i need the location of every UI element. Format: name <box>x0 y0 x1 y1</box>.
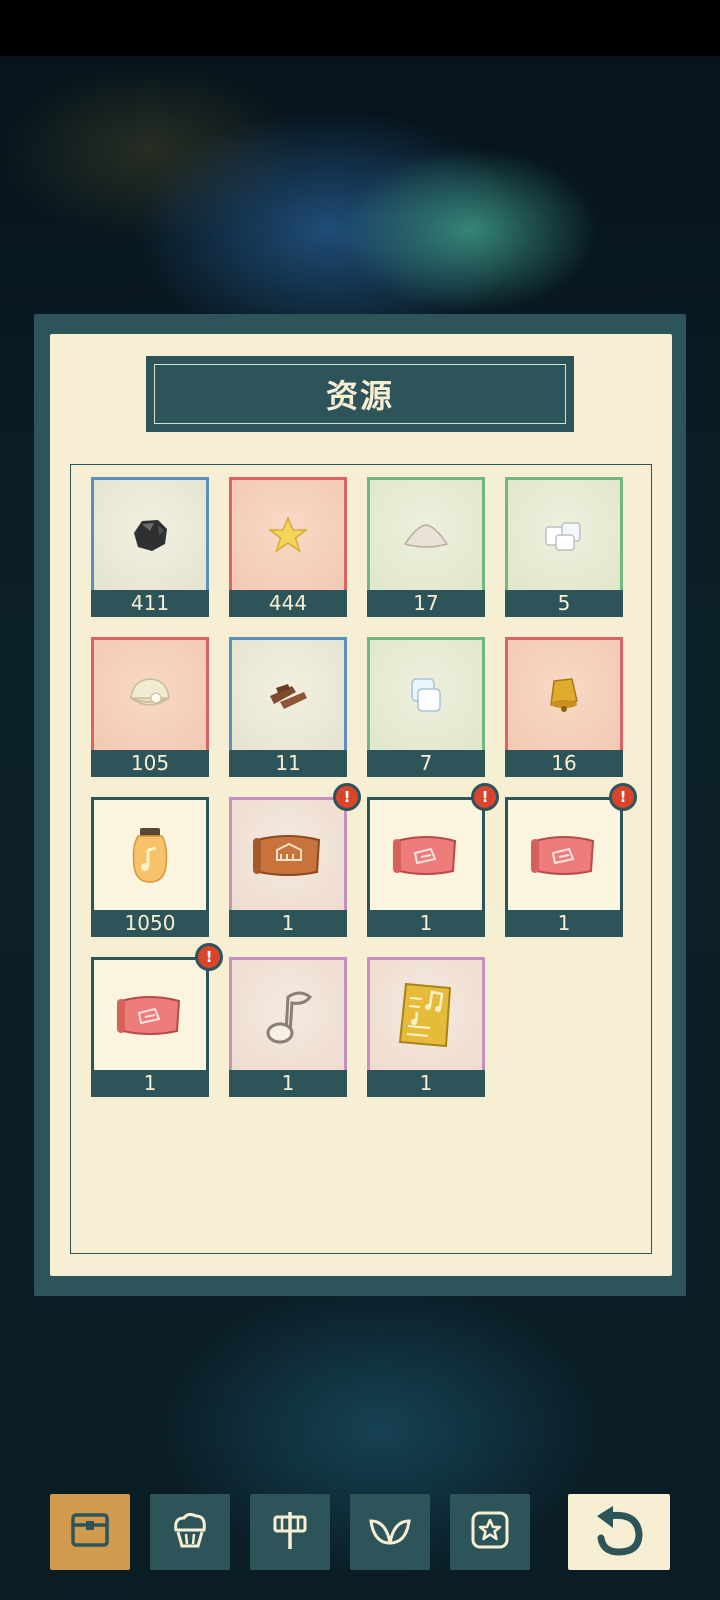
nav-tab-leaf[interactable] <box>350 1494 430 1570</box>
resource-item-sugar-cubes[interactable]: 5 <box>505 477 623 617</box>
item-count: 1 <box>229 1070 347 1097</box>
nav-tab-signpost[interactable] <box>250 1494 330 1570</box>
nav-tab-favorites[interactable] <box>450 1494 530 1570</box>
resource-item-salt[interactable]: 17 <box>367 477 485 617</box>
item-card <box>367 637 485 750</box>
back-button[interactable] <box>568 1494 670 1570</box>
resource-item-star[interactable]: 444 <box>229 477 347 617</box>
pearl-shell-icon <box>127 676 173 714</box>
item-count: 105 <box>91 750 209 777</box>
item-card <box>91 957 209 1070</box>
new-alert-badge: ! <box>195 943 223 971</box>
resource-item-coal[interactable]: 411 <box>91 477 209 617</box>
blueprint-scroll-icon <box>251 830 325 880</box>
resources-grid: 411 444 17 5 105 11 7 16 1050 1 ! 1 ! 1 … <box>70 464 652 1254</box>
resource-item-sheet-music[interactable]: 1 <box>367 957 485 1097</box>
status-bar <box>0 0 720 56</box>
leaf-icon <box>368 1513 412 1551</box>
resource-item-wood[interactable]: 11 <box>229 637 347 777</box>
item-count: 1 <box>229 910 347 937</box>
sheet-music-icon <box>396 980 456 1050</box>
resource-item-blueprint-orange[interactable]: 1 ! <box>229 783 361 937</box>
new-alert-badge: ! <box>333 783 361 811</box>
item-card <box>229 477 347 590</box>
item-card <box>91 637 209 750</box>
signpost-icon <box>270 1509 310 1555</box>
item-count: 1 <box>505 910 623 937</box>
item-count: 1050 <box>91 910 209 937</box>
item-card <box>367 477 485 590</box>
item-count: 1 <box>367 1070 485 1097</box>
resource-item-bell[interactable]: 16 <box>505 637 623 777</box>
panel-title: 资源 <box>325 377 394 415</box>
new-alert-badge: ! <box>471 783 499 811</box>
chest-icon <box>70 1512 110 1552</box>
resource-item-pearl-shell[interactable]: 105 <box>91 637 209 777</box>
wood-planks-icon <box>266 678 310 712</box>
item-card <box>229 637 347 750</box>
cupcake-icon <box>170 1510 210 1554</box>
ice-cube-icon <box>406 675 446 715</box>
nav-tab-food[interactable] <box>150 1494 230 1570</box>
blueprint-scroll-icon <box>115 991 185 1039</box>
resource-item-blueprint-red-2[interactable]: 1 ! <box>505 783 637 937</box>
blueprint-scroll-icon <box>529 831 599 879</box>
item-card <box>91 477 209 590</box>
item-card <box>229 797 347 910</box>
coal-icon <box>128 515 172 555</box>
salt-pile-icon <box>403 520 449 550</box>
music-note-icon <box>260 983 316 1047</box>
blueprint-scroll-icon <box>391 831 461 879</box>
star-badge-icon <box>470 1510 510 1554</box>
resource-item-ice-cube[interactable]: 7 <box>367 637 485 777</box>
resources-panel: 资源 411 444 17 5 105 11 7 16 1050 1 ! 1 !… <box>34 314 686 1296</box>
resource-item-music-note-outline[interactable]: 1 <box>229 957 347 1097</box>
sugar-cubes-icon <box>542 517 586 553</box>
item-card <box>505 477 623 590</box>
item-count: 1 <box>91 1070 209 1097</box>
item-count: 16 <box>505 750 623 777</box>
item-count: 11 <box>229 750 347 777</box>
star-icon <box>268 515 308 555</box>
title-bar: 资源 <box>146 356 574 432</box>
item-count: 5 <box>505 590 623 617</box>
item-card <box>367 957 485 1070</box>
resources-panel-body: 资源 411 444 17 5 105 11 7 16 1050 1 ! 1 !… <box>50 334 672 1276</box>
item-count: 444 <box>229 590 347 617</box>
item-count: 1 <box>367 910 485 937</box>
resource-item-blueprint-red-1[interactable]: 1 ! <box>367 783 499 937</box>
item-card <box>91 797 209 910</box>
music-jar-icon <box>130 826 170 884</box>
resource-item-music-jar[interactable]: 1050 <box>91 797 209 937</box>
item-card <box>505 797 623 910</box>
title-frame: 资源 <box>154 364 566 424</box>
item-count: 411 <box>91 590 209 617</box>
resource-item-blueprint-red-3[interactable]: 1 ! <box>91 943 223 1097</box>
item-count: 7 <box>367 750 485 777</box>
item-card <box>229 957 347 1070</box>
back-arrow-icon <box>591 1504 647 1560</box>
nav-tab-inventory[interactable] <box>50 1494 130 1570</box>
item-card <box>505 637 623 750</box>
item-card <box>367 797 485 910</box>
bell-icon <box>545 675 583 715</box>
item-count: 17 <box>367 590 485 617</box>
new-alert-badge: ! <box>609 783 637 811</box>
